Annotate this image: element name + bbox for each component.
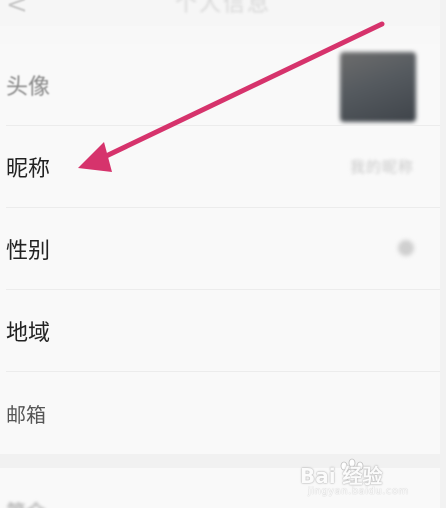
avatar[interactable] [340,52,416,122]
list-item-email[interactable]: 邮箱 [0,372,446,454]
gender-icon [398,240,414,256]
email-label: 邮箱 [6,402,46,427]
section-gap [0,454,446,468]
nickname-label: 昵称 [6,157,51,182]
gender-label: 性别 [6,239,51,264]
list-item-gender[interactable]: 性别 [0,208,446,290]
profile-screen: < 个人信息 头像 昵称 我的昵称 性别 地域 邮箱 简介 [0,0,446,508]
avatar-label: 头像 [6,75,51,100]
back-icon[interactable]: < [6,0,28,18]
bio-label: 简介 [6,496,46,508]
page-title: 个人信息 [174,0,271,17]
profile-list: 头像 昵称 我的昵称 性别 地域 邮箱 [0,44,446,454]
scroll-edge [440,0,446,508]
list-item-nickname[interactable]: 昵称 我的昵称 [0,126,446,208]
list-item-avatar[interactable]: 头像 [0,44,446,126]
nickname-value: 我的昵称 [349,158,414,176]
top-bar: < 个人信息 [0,0,446,26]
list-item-region[interactable]: 地域 [0,290,446,372]
region-label: 地域 [6,321,51,346]
list-item-bio[interactable]: 简介 [0,468,446,508]
